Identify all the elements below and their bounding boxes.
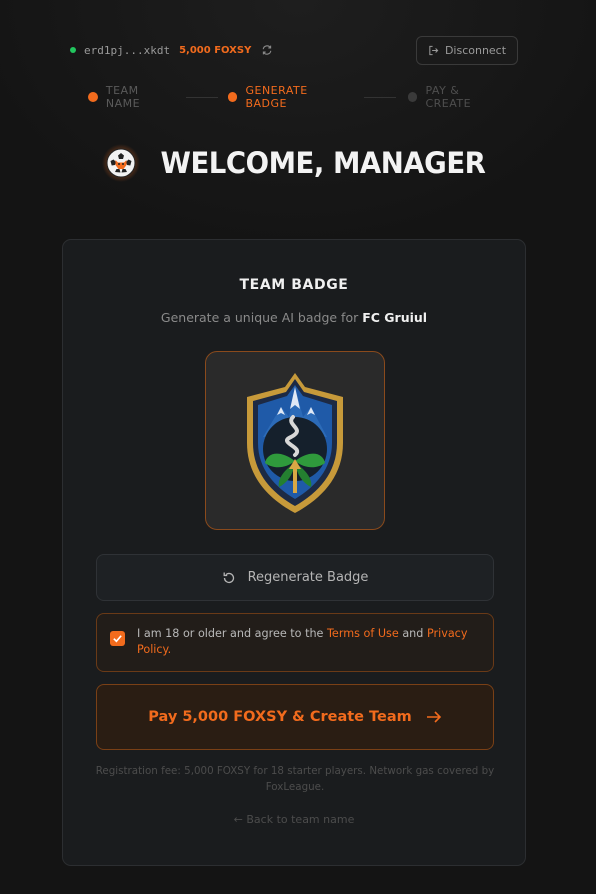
terms-checkbox[interactable] (110, 631, 125, 646)
check-icon (113, 635, 122, 643)
wallet-info: erd1pj...xkdt 5,000 FOXSY (70, 42, 273, 58)
arrow-right-icon (426, 710, 442, 724)
wallet-address: erd1pj...xkdt (84, 43, 171, 57)
step-connector (185, 96, 218, 98)
step-label: TEAM NAME (105, 84, 141, 110)
pay-create-team-button[interactable]: Pay 5,000 FOXSY & Create Team (96, 684, 494, 750)
registration-fee-note: Registration fee: 5,000 FOXSY for 18 sta… (95, 765, 495, 793)
terms-and: and (402, 627, 424, 640)
step-dot (407, 92, 418, 102)
step-dot (88, 92, 98, 102)
terms-of-use-link[interactable]: Terms of Use (327, 627, 399, 640)
step-label: PAY & CREATE (425, 84, 472, 110)
wallet-status-dot (70, 47, 76, 53)
page-header: WELCOME, MANAGER (0, 144, 596, 182)
terms-text: I am 18 or older and agree to the Terms … (137, 626, 477, 658)
back-to-team-name-link[interactable]: ← Back to team name (63, 813, 525, 826)
soccer-ball-fox-icon (102, 144, 141, 182)
card-title: TEAM BADGE (239, 277, 349, 293)
progress-stepper: TEAM NAME GENERATE BADGE PAY & CREATE (88, 84, 508, 110)
logout-icon (428, 45, 439, 56)
badge-preview (205, 351, 385, 530)
wallet-balance: 5,000 FOXSY (179, 44, 252, 56)
page-title: WELCOME, MANAGER (160, 146, 486, 180)
regenerate-icon (222, 571, 236, 585)
disconnect-button[interactable]: Disconnect (416, 36, 518, 65)
step-dot (227, 92, 238, 102)
step-label: GENERATE BADGE (245, 84, 308, 110)
terms-agreement: I am 18 or older and agree to the Terms … (96, 613, 494, 672)
team-name: FC Gruiul (362, 310, 428, 325)
team-badge-crest (247, 372, 343, 513)
top-bar: erd1pj...xkdt 5,000 FOXSY Disconnect (70, 36, 518, 65)
pay-label: Pay 5,000 FOXSY & Create Team (148, 709, 412, 725)
subtitle-text: Generate a unique AI badge for (160, 310, 359, 325)
step-generate-badge: GENERATE BADGE (227, 84, 352, 110)
step-pay-create: PAY & CREATE (407, 84, 508, 110)
regenerate-label: Regenerate Badge (247, 570, 369, 585)
team-badge-card: TEAM BADGE Generate a unique AI badge fo… (62, 239, 526, 866)
disconnect-label: Disconnect (444, 44, 507, 57)
terms-suffix: . (167, 643, 172, 656)
refresh-icon[interactable] (261, 44, 273, 56)
regenerate-badge-button[interactable]: Regenerate Badge (96, 554, 494, 601)
step-connector (363, 96, 396, 98)
card-subtitle: Generate a unique AI badge for FC Gruiul (63, 310, 525, 325)
terms-prefix: I am 18 or older and agree to the (137, 627, 324, 640)
step-team-name: TEAM NAME (88, 84, 176, 110)
